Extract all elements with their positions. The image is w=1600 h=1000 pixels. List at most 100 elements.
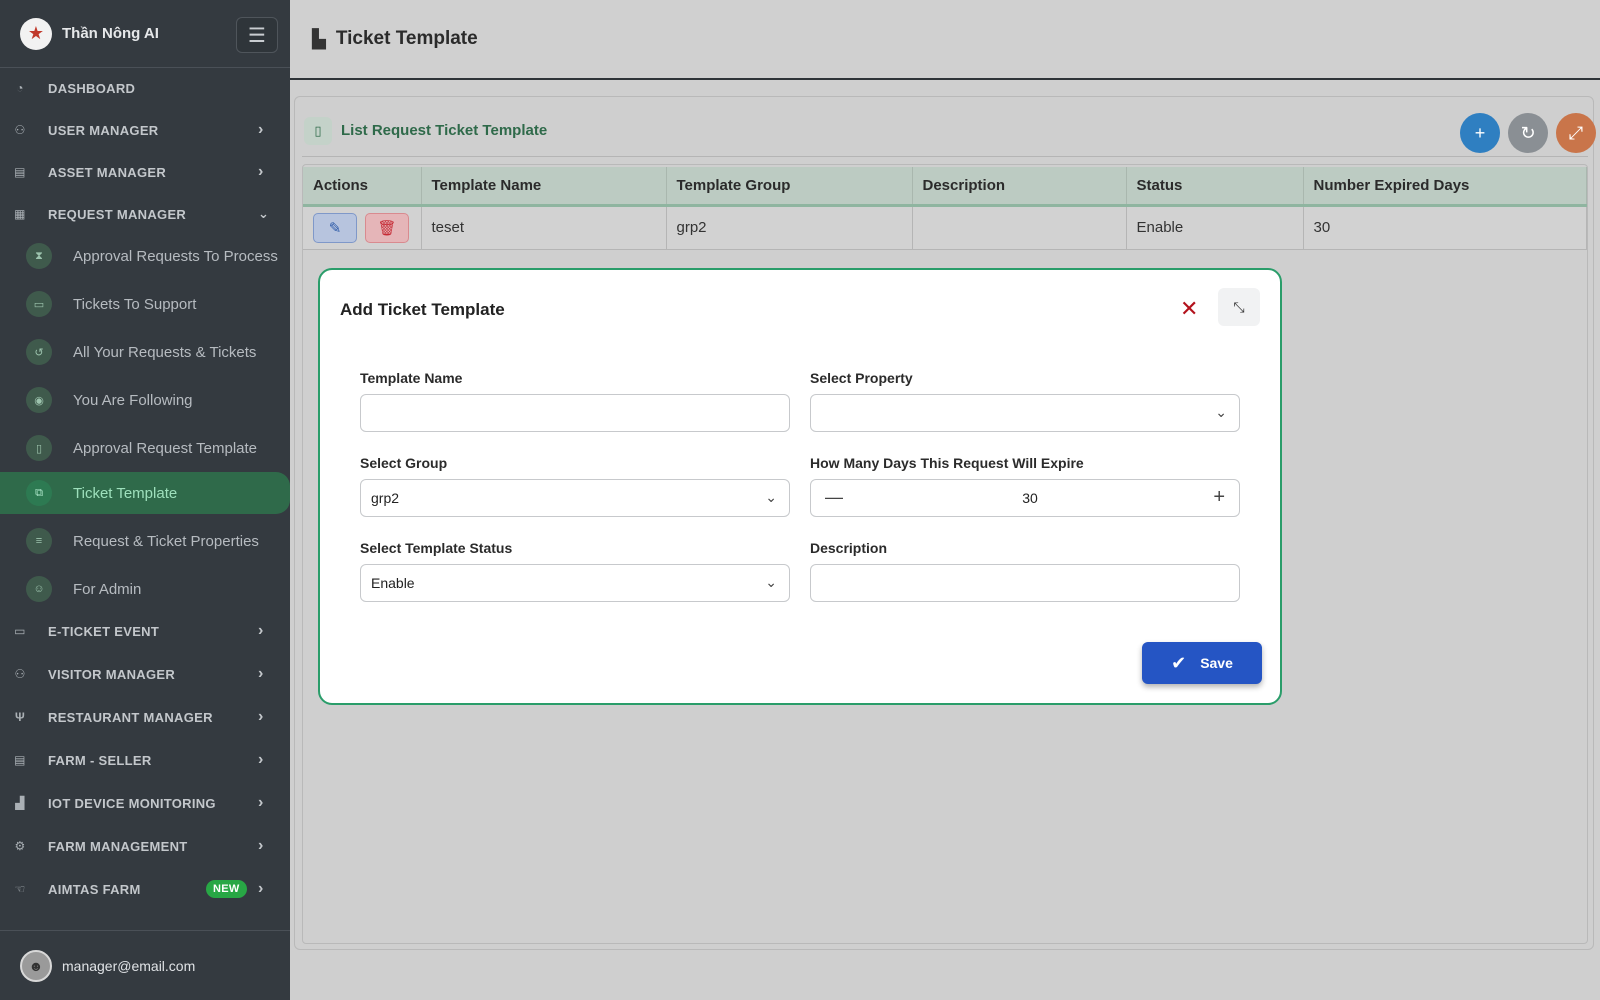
sidebar-item-iot-monitoring[interactable]: ▟ IOT DEVICE MONITORING ›	[0, 783, 290, 823]
users-icon: ⚇	[14, 123, 26, 137]
chevron-right-icon: ›	[258, 837, 264, 854]
plus-icon[interactable]: +	[1213, 486, 1225, 509]
template-name-input[interactable]	[360, 394, 790, 432]
card-title: List Request Ticket Template	[341, 122, 548, 139]
chevron-right-icon: ›	[258, 121, 264, 138]
sidebar-subitem-ticket-template[interactable]: ⧉ Ticket Template	[0, 472, 290, 514]
column-header[interactable]: Actions	[303, 167, 422, 207]
group-label: Select Group	[360, 455, 448, 471]
user-footer[interactable]: ☻ manager@email.com	[0, 930, 290, 1000]
sidebar-item-label: ASSET MANAGER	[48, 164, 167, 180]
chevron-right-icon: ›	[258, 751, 264, 768]
hamburger-menu-icon[interactable]: ☰	[236, 17, 278, 53]
chevron-right-icon: ›	[258, 665, 264, 682]
document-icon: ▯	[26, 435, 52, 461]
sidebar-subitem-label: All Your Requests & Tickets	[73, 343, 257, 361]
sliders-icon: ≡	[26, 528, 52, 554]
tractor-icon: ⚙	[14, 839, 26, 853]
sidebar-item-label: E-TICKET EVENT	[48, 623, 160, 639]
status-select[interactable]: Enable ⌄	[360, 564, 790, 602]
template-group-cell: grp2	[666, 205, 913, 250]
sidebar-subitem-approval-requests[interactable]: ⧗ Approval Requests To Process	[0, 234, 290, 278]
sidebar-item-aimtas-farm[interactable]: ☜ AIMTAS FARM NEW ›	[0, 869, 290, 909]
column-header[interactable]: Number Expired Days	[1303, 167, 1587, 207]
sidebar-item-visitor-manager[interactable]: ⚇ VISITOR MANAGER ›	[0, 654, 290, 694]
new-badge: NEW	[206, 880, 247, 898]
sidebar-subitem-label: You Are Following	[73, 391, 193, 409]
save-button[interactable]: ✔ Save	[1142, 642, 1262, 684]
expand-icon: ⤢	[1568, 122, 1584, 143]
sidebar-item-e-ticket-event[interactable]: ▭ E-TICKET EVENT ›	[0, 611, 290, 651]
sidebar-subitem-properties[interactable]: ≡ Request & Ticket Properties	[0, 519, 290, 563]
sidebar-subitem-label: Approval Requests To Process	[73, 247, 278, 265]
template-name-label: Template Name	[360, 370, 463, 386]
sidebar-subitem-all-requests[interactable]: ↺ All Your Requests & Tickets	[0, 330, 290, 374]
group-value: grp2	[371, 490, 400, 506]
sidebar-item-user-manager[interactable]: ⚇ USER MANAGER ›	[0, 110, 290, 150]
sidebar-subitem-label: Request & Ticket Properties	[73, 532, 259, 550]
sidebar-item-request-manager[interactable]: ▦ REQUEST MANAGER ⌄	[0, 194, 290, 234]
document-icon: ▯	[304, 116, 332, 145]
sidebar-subitem-following[interactable]: ◉ You Are Following	[0, 378, 290, 422]
modal-title: Add Ticket Template	[340, 300, 505, 319]
factory-icon: ▟	[15, 796, 25, 810]
brand-logo-icon: ★	[20, 17, 52, 50]
fullscreen-button[interactable]: ⤢	[1556, 113, 1596, 153]
expire-days-label: How Many Days This Request Will Expire	[810, 455, 1084, 471]
close-icon[interactable]: ✕	[1180, 296, 1198, 322]
visitor-icon: ⚇	[14, 667, 26, 681]
status-cell: Enable	[1126, 205, 1304, 250]
edit-button[interactable]: ✎	[313, 212, 357, 243]
sidebar-item-label: VISITOR MANAGER	[48, 666, 176, 682]
column-header[interactable]: Template Name	[421, 167, 667, 207]
description-input[interactable]	[810, 564, 1240, 602]
brand-name: Thần Nông AI	[62, 25, 159, 42]
status-label: Select Template Status	[360, 540, 513, 556]
sidebar-item-asset-manager[interactable]: ▤ ASSET MANAGER ›	[0, 152, 290, 192]
page-title: Ticket Template	[335, 28, 478, 49]
refresh-button[interactable]: ↻	[1508, 113, 1548, 153]
maximize-icon[interactable]: ⤡	[1218, 288, 1260, 326]
chevron-down-icon: ⌄	[765, 489, 777, 505]
eye-icon: ◉	[26, 387, 52, 413]
minus-icon[interactable]: —	[825, 487, 843, 508]
group-select[interactable]: grp2 ⌄	[360, 479, 790, 517]
clipboard-icon: ▦	[14, 207, 26, 221]
sidebar-item-farm-management[interactable]: ⚙ FARM MANAGEMENT ›	[0, 826, 290, 866]
history-icon: ↺	[26, 339, 52, 365]
sidebar-item-restaurant-manager[interactable]: Ψ RESTAURANT MANAGER ›	[0, 697, 290, 737]
ticket-icon: ▭	[14, 624, 26, 638]
chevron-down-icon: ⌄	[1215, 404, 1227, 420]
column-header[interactable]: Description	[912, 167, 1127, 207]
add-button[interactable]: +	[1460, 113, 1500, 153]
copy-icon: ⧉	[26, 480, 52, 506]
restaurant-icon: Ψ	[14, 710, 25, 724]
sidebar-item-label: USER MANAGER	[48, 122, 159, 138]
sidebar-item-farm-seller[interactable]: ▤ FARM - SELLER ›	[0, 740, 290, 780]
plus-icon: +	[1474, 122, 1486, 143]
check-icon: ✔	[1171, 652, 1187, 673]
status-value: Enable	[371, 575, 415, 591]
expire-days-stepper[interactable]: — 30 +	[810, 479, 1240, 517]
dashboard-icon: ◔	[16, 81, 24, 95]
column-header[interactable]: Status	[1126, 167, 1304, 207]
column-header[interactable]: Template Group	[666, 167, 913, 207]
sidebar-item-dashboard[interactable]: ◔ DASHBOARD	[0, 68, 290, 108]
trash-icon: 🗑	[377, 219, 397, 237]
save-label: Save	[1200, 655, 1233, 671]
sidebar-subitem-label: For Admin	[73, 580, 142, 598]
sidebar-item-label: REQUEST MANAGER	[48, 206, 187, 222]
asset-icon: ▤	[14, 165, 26, 179]
table-row: ✎ 🗑 teset grp2 Enable 30	[303, 205, 1587, 250]
expired-days-cell: 30	[1303, 205, 1587, 250]
sidebar-subitem-label: Ticket Template	[73, 484, 178, 502]
bar-chart-icon: ▙	[312, 28, 326, 49]
chevron-down-icon: ⌄	[258, 206, 270, 221]
sidebar-subitem-tickets-to-support[interactable]: ▭ Tickets To Support	[0, 282, 290, 326]
property-select[interactable]: ⌄	[810, 394, 1240, 432]
delete-button[interactable]: 🗑	[365, 212, 409, 243]
table-header-row: Actions Template Name Template Group Des…	[303, 167, 1587, 207]
sidebar-subitem-for-admin[interactable]: ☺ For Admin	[0, 567, 290, 611]
chevron-right-icon: ›	[258, 708, 264, 725]
sidebar-subitem-approval-template[interactable]: ▯ Approval Request Template	[0, 426, 290, 470]
